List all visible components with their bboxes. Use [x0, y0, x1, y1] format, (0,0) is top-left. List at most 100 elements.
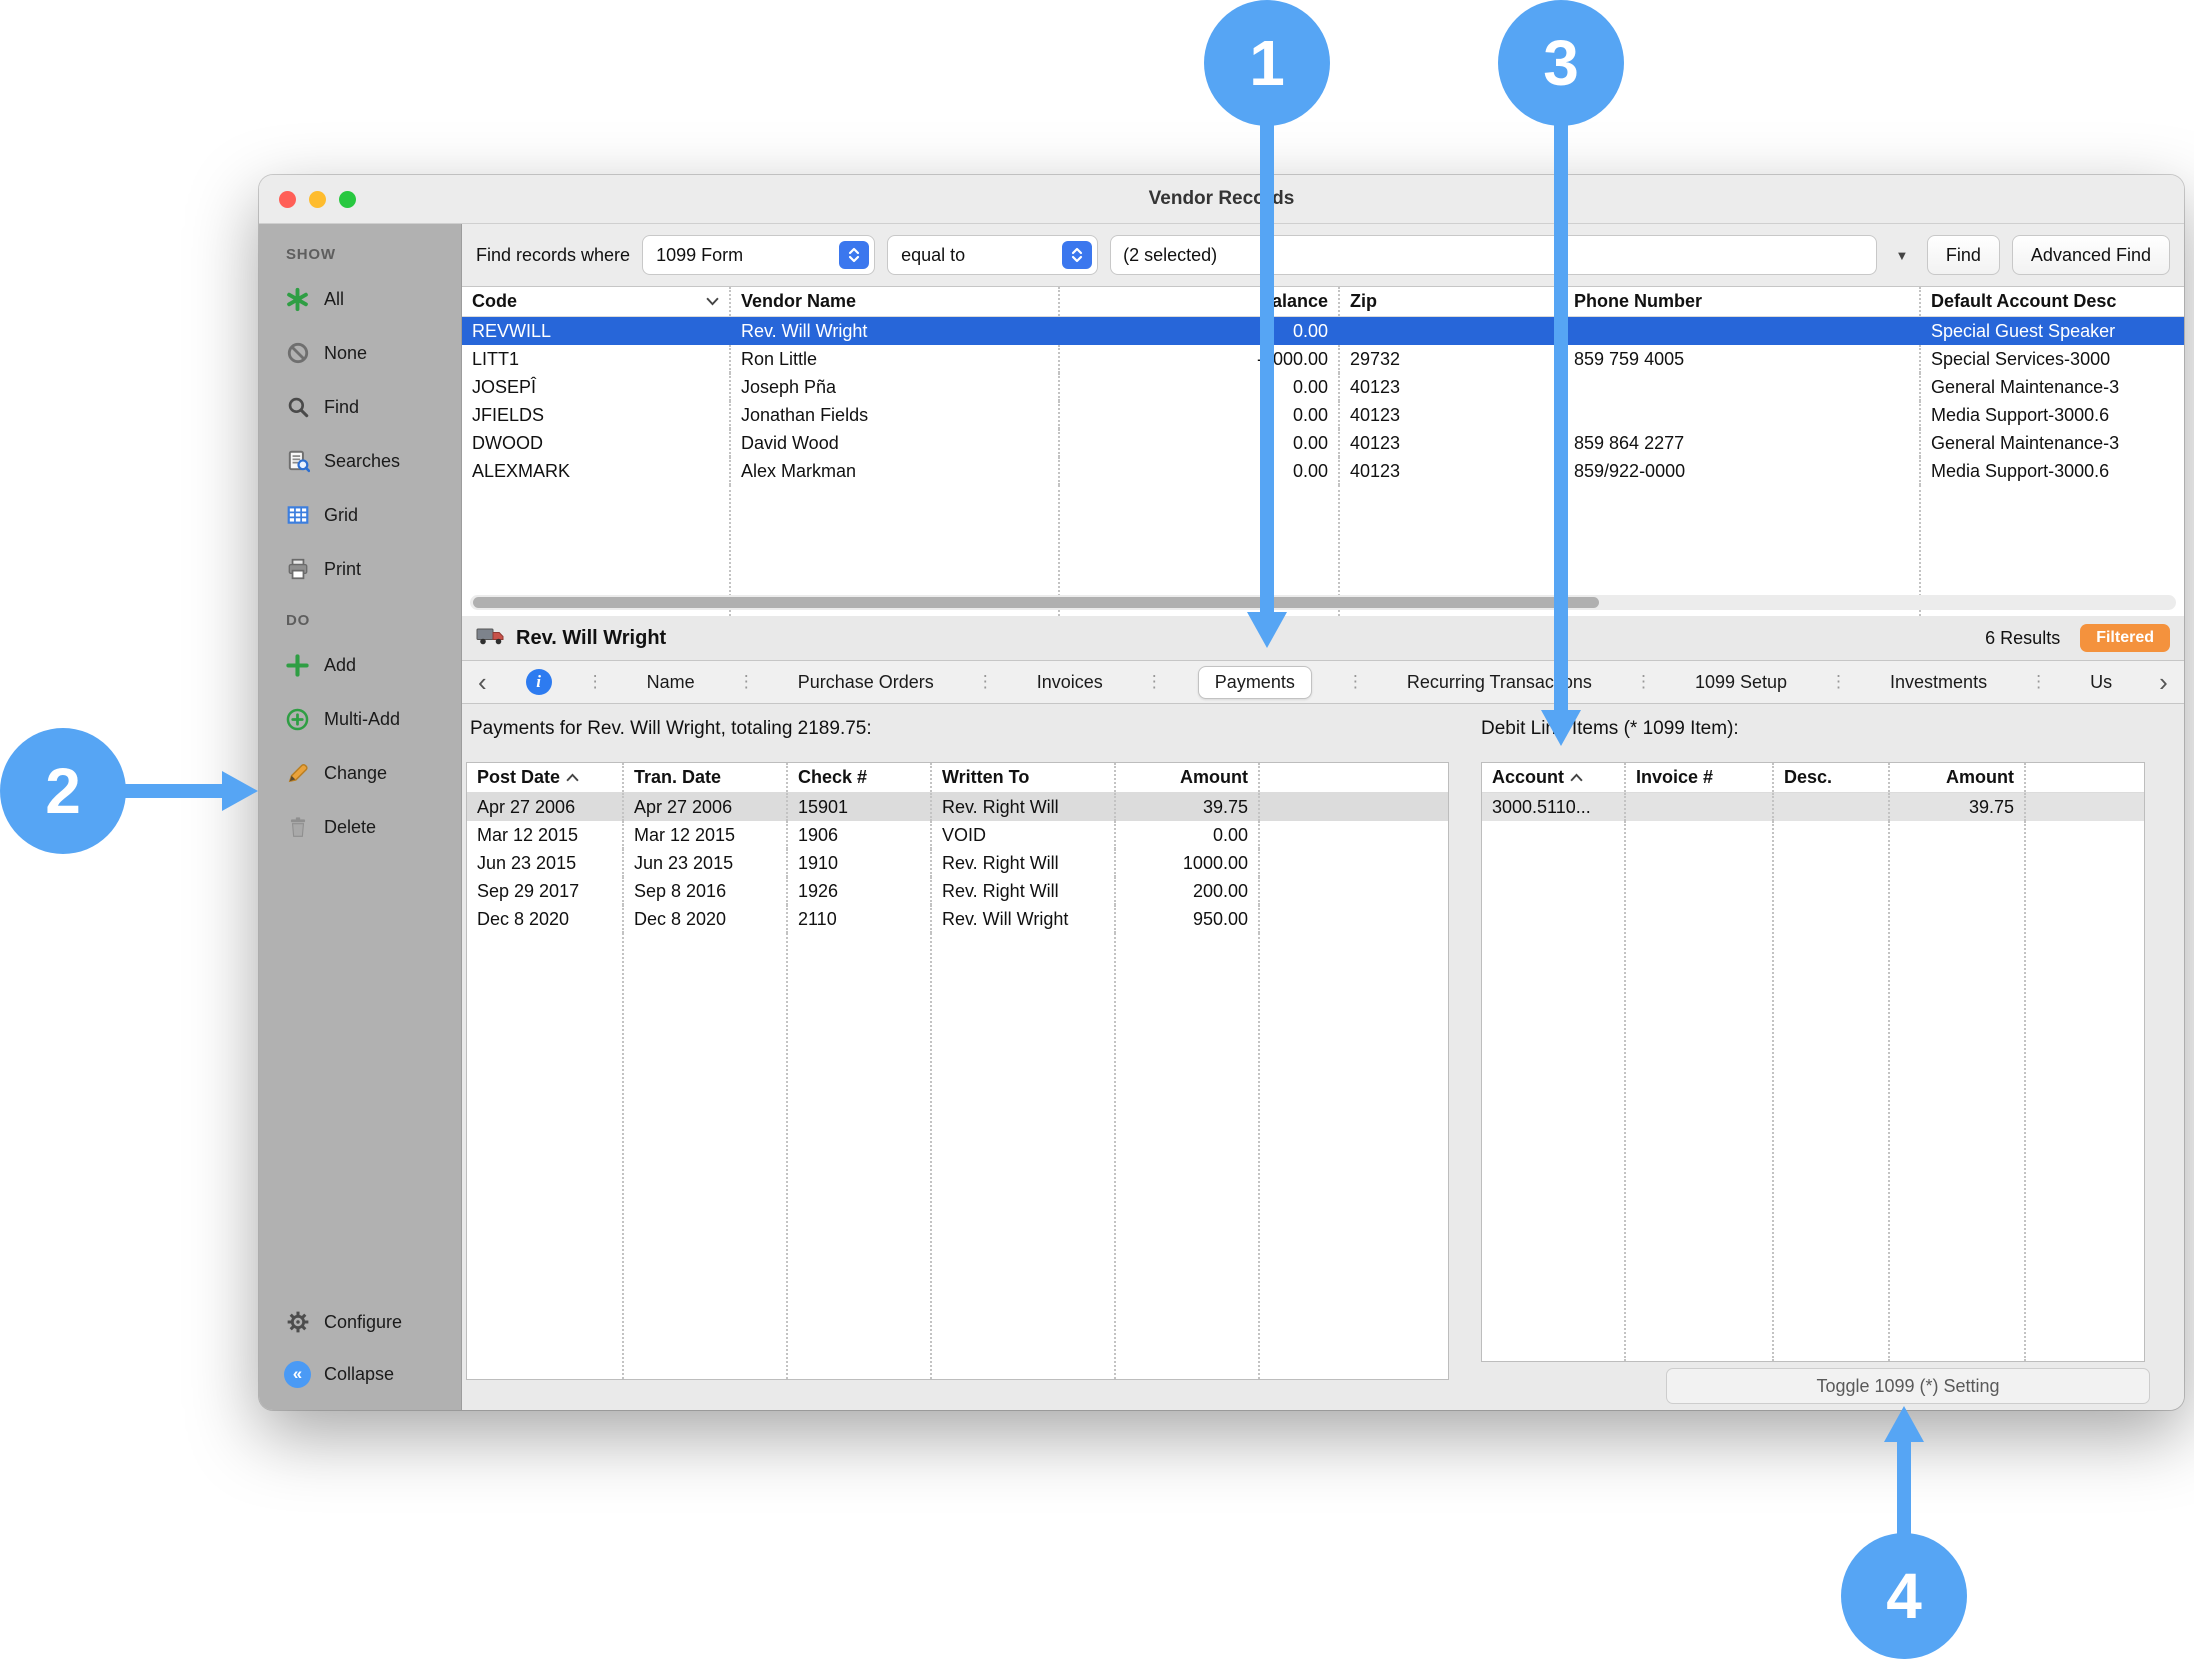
cell-account: Media Support-3000.6: [1921, 401, 2184, 429]
column-header-account[interactable]: Account: [1482, 763, 1626, 792]
sidebar-item-configure[interactable]: Configure: [259, 1296, 461, 1348]
column-header-amount[interactable]: Amount: [1890, 763, 2026, 792]
payment-row[interactable]: Apr 27 2006 Apr 27 2006 15901 Rev. Right…: [467, 793, 1448, 821]
cell-zip: 40123: [1340, 429, 1564, 457]
table-row[interactable]: ALEXMARK Alex Markman 0.00 40123 859/922…: [462, 457, 2184, 485]
cell-name: Jonathan Fields: [731, 401, 1060, 429]
find-operator-dropdown[interactable]: equal to: [887, 235, 1098, 275]
cell-code: REVWILL: [462, 317, 731, 345]
filtered-badge[interactable]: Filtered: [2080, 624, 2170, 652]
callout-2: 2: [0, 728, 126, 854]
sidebar-item-none[interactable]: None: [259, 326, 461, 380]
cell-tran-date: Dec 8 2020: [624, 905, 788, 933]
tab-invoices[interactable]: Invoices: [1029, 667, 1111, 698]
callout-1: 1: [1204, 0, 1330, 126]
cell-written-to: Rev. Right Will: [932, 849, 1116, 877]
sidebar-item-multi-add[interactable]: Multi-Add: [259, 692, 461, 746]
zoom-button[interactable]: [339, 191, 356, 208]
tab-1099-setup[interactable]: 1099 Setup: [1687, 667, 1795, 698]
sidebar-item-all[interactable]: All: [259, 272, 461, 326]
cell-name: Rev. Will Wright: [731, 317, 1060, 345]
debit-table-empty-area: [1482, 821, 2144, 1361]
tab-separator: ⋮: [2030, 672, 2047, 692]
minimize-button[interactable]: [309, 191, 326, 208]
sidebar-label: Configure: [324, 1312, 402, 1333]
callout-4: 4: [1841, 1533, 1967, 1659]
sidebar-item-print[interactable]: Print: [259, 542, 461, 596]
payment-row[interactable]: Sep 29 2017 Sep 8 2016 1926 Rev. Right W…: [467, 877, 1448, 905]
table-row[interactable]: DWOOD David Wood 0.00 40123 859 864 2277…: [462, 429, 2184, 457]
column-header-post-date[interactable]: Post Date: [467, 763, 624, 792]
slash-circle-icon: [284, 340, 311, 367]
column-header-zip[interactable]: Zip: [1340, 287, 1564, 316]
tab-investments[interactable]: Investments: [1882, 667, 1995, 698]
debit-row[interactable]: 3000.5110... 39.75: [1482, 793, 2144, 821]
saved-search-icon: [284, 448, 311, 475]
payment-row[interactable]: Dec 8 2020 Dec 8 2020 2110 Rev. Will Wri…: [467, 905, 1448, 933]
column-header-written-to[interactable]: Written To: [932, 763, 1116, 792]
find-records-label: Find records where: [476, 245, 630, 266]
column-header-desc[interactable]: Desc.: [1774, 763, 1890, 792]
tab-payments[interactable]: Payments: [1198, 666, 1312, 699]
sidebar-label: Find: [324, 397, 359, 418]
column-header-amount[interactable]: Amount: [1116, 763, 1260, 792]
cell-zip: 29732: [1340, 345, 1564, 373]
column-header-code[interactable]: Code: [462, 287, 731, 316]
close-button[interactable]: [279, 191, 296, 208]
payments-table-empty-area: [467, 933, 1448, 1379]
tab-us-truncated[interactable]: Us: [2082, 667, 2120, 698]
info-icon[interactable]: i: [526, 669, 552, 695]
sidebar-item-grid[interactable]: Grid: [259, 488, 461, 542]
column-header-tran-date[interactable]: Tran. Date: [624, 763, 788, 792]
table-row[interactable]: LITT1 Ron Little -1000.00 29732 859 759 …: [462, 345, 2184, 373]
tab-separator: ⋮: [1635, 672, 1652, 692]
payment-row[interactable]: Mar 12 2015 Mar 12 2015 1906 VOID 0.00: [467, 821, 1448, 849]
cell-tran-date: Mar 12 2015: [624, 821, 788, 849]
sidebar-item-change[interactable]: Change: [259, 746, 461, 800]
cell-zip: 40123: [1340, 401, 1564, 429]
scrollbar-thumb[interactable]: [473, 597, 1599, 608]
toggle-1099-button[interactable]: Toggle 1099 (*) Setting: [1666, 1368, 2150, 1404]
horizontal-scrollbar[interactable]: [470, 595, 2176, 610]
tab-purchase-orders[interactable]: Purchase Orders: [790, 667, 942, 698]
sidebar-label: Collapse: [324, 1364, 394, 1385]
sidebar-label: Grid: [324, 505, 358, 526]
tab-recurring-transactions[interactable]: Recurring Transactions: [1399, 667, 1600, 698]
callout-3: 3: [1498, 0, 1624, 126]
cell-code: JFIELDS: [462, 401, 731, 429]
advanced-find-button[interactable]: Advanced Find: [2012, 235, 2170, 275]
tab-name[interactable]: Name: [639, 667, 703, 698]
column-header-account[interactable]: Default Account Desc: [1921, 287, 2184, 316]
tab-separator: ⋮: [587, 672, 604, 692]
value-dropdown-arrow-icon[interactable]: ▼: [1889, 248, 1915, 263]
tabs-scroll-left-icon[interactable]: ‹: [474, 669, 491, 695]
cell-tran-date: Apr 27 2006: [624, 793, 788, 821]
column-header-check[interactable]: Check #: [788, 763, 932, 792]
column-header-invoice[interactable]: Invoice #: [1626, 763, 1774, 792]
cell-balance: 0.00: [1060, 429, 1340, 457]
cell-post-date: Sep 29 2017: [467, 877, 624, 905]
sidebar-item-delete[interactable]: Delete: [259, 800, 461, 854]
find-value-field[interactable]: [1110, 235, 1877, 275]
payment-row[interactable]: Jun 23 2015 Jun 23 2015 1910 Rev. Right …: [467, 849, 1448, 877]
cell-account: Media Support-3000.6: [1921, 457, 2184, 485]
cell-code: DWOOD: [462, 429, 731, 457]
tabs-scroll-right-icon[interactable]: ›: [2155, 669, 2172, 695]
column-header-balance[interactable]: Balance: [1060, 287, 1340, 316]
column-header-vendor-name[interactable]: Vendor Name: [731, 287, 1060, 316]
table-row[interactable]: JFIELDS Jonathan Fields 0.00 40123 Media…: [462, 401, 2184, 429]
detail-tab-bar: ‹ i ⋮ Name ⋮ Purchase Orders ⋮ Invoices …: [462, 661, 2184, 704]
cell-name: David Wood: [731, 429, 1060, 457]
table-row[interactable]: JOSEPÎ Joseph Pña 0.00 40123 General Mai…: [462, 373, 2184, 401]
column-header-phone[interactable]: Phone Number: [1564, 287, 1921, 316]
table-row[interactable]: REVWILL Rev. Will Wright 0.00 Special Gu…: [462, 317, 2184, 345]
sidebar-label: Change: [324, 763, 387, 784]
sidebar-item-add[interactable]: Add: [259, 638, 461, 692]
find-field-dropdown[interactable]: 1099 Form: [642, 235, 875, 275]
sidebar-item-collapse[interactable]: « Collapse: [259, 1348, 461, 1400]
sidebar-item-searches[interactable]: Searches: [259, 434, 461, 488]
cell-check: 1926: [788, 877, 932, 905]
find-button[interactable]: Find: [1927, 235, 2000, 275]
sidebar-label: Delete: [324, 817, 376, 838]
sidebar-item-find[interactable]: Find: [259, 380, 461, 434]
